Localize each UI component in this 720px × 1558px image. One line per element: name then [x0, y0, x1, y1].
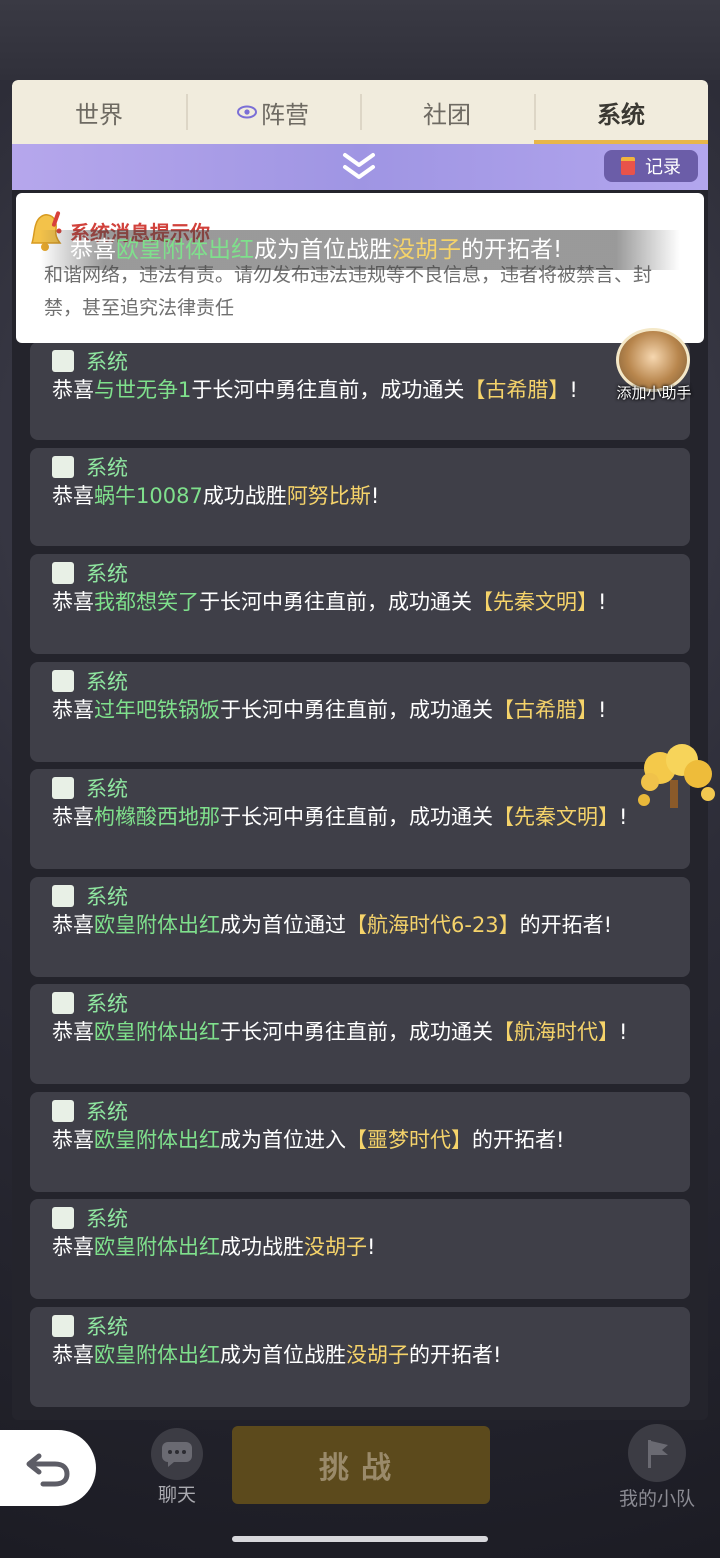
message-text: 恭喜欧皇附体出红于长河中勇往直前，成功通关【航海时代】!: [52, 1020, 628, 1044]
tab-faction[interactable]: 阵营: [186, 80, 360, 144]
tab-label: 系统: [597, 100, 645, 129]
bell-icon: [52, 1315, 74, 1337]
flag-icon: [628, 1424, 686, 1482]
player-name[interactable]: 过年吧铁锅饭: [94, 698, 220, 722]
list-item: 系统 恭喜欧皇附体出红成功战胜没胡子!: [30, 1199, 690, 1299]
record-button[interactable]: 记录: [604, 150, 698, 182]
marquee-target: 没胡子: [392, 237, 461, 263]
challenge-button[interactable]: 挑战: [232, 1426, 490, 1504]
tab-label: 世界: [75, 100, 123, 129]
record-icon: [621, 157, 635, 175]
sub-toolbar: 记录: [12, 144, 708, 190]
list-item: 系统 恭喜欧皇附体出红成为首位通过【航海时代6-23】的开拓者!: [30, 877, 690, 977]
player-name[interactable]: 我都想笑了: [94, 590, 199, 614]
add-helper-button[interactable]: 添加小助手: [612, 328, 696, 408]
bell-icon: [52, 777, 74, 799]
target-name: 没胡子: [304, 1235, 367, 1259]
player-name[interactable]: 枸橼酸西地那: [94, 805, 220, 829]
message-text: 恭喜欧皇附体出红成为首位战胜没胡子的开拓者!: [52, 1343, 502, 1367]
broadcast-marquee: 恭喜欧皇附体出红成为首位战胜没胡子的开拓者!: [40, 230, 680, 270]
message-text: 恭喜枸橼酸西地那于长河中勇往直前，成功通关【先秦文明】!: [52, 805, 628, 829]
message-text: 恭喜欧皇附体出红成功战胜没胡子!: [52, 1235, 376, 1259]
target-name: 【古希腊】: [493, 698, 598, 722]
double-chevron-down-icon[interactable]: [342, 152, 376, 182]
top-scene: [0, 0, 720, 80]
message-text: 恭喜过年吧铁锅饭于长河中勇往直前，成功通关【古希腊】!: [52, 698, 607, 722]
tab-club[interactable]: 社团: [360, 80, 534, 144]
channel-tabs: 世界 阵营 社团 系统: [12, 80, 708, 144]
tab-label: 阵营: [261, 100, 309, 129]
message-text: 恭喜蜗牛10087成功战胜阿努比斯!: [52, 484, 380, 508]
chat-button[interactable]: 聊天: [148, 1428, 206, 1508]
bell-icon: [52, 1100, 74, 1122]
record-label: 记录: [645, 157, 681, 178]
target-name: 【航海时代6-23】: [346, 913, 520, 937]
bell-icon: [52, 350, 74, 372]
target-name: 【噩梦时代】: [346, 1128, 472, 1152]
eye-icon: [237, 105, 257, 119]
bell-icon: [52, 562, 74, 584]
home-indicator[interactable]: [232, 1536, 488, 1542]
list-item: 系统 恭喜欧皇附体出红成为首位进入【噩梦时代】的开拓者!: [30, 1092, 690, 1192]
team-label: 我的小队: [618, 1488, 695, 1510]
helper-label: 添加小助手: [616, 384, 692, 402]
marquee-middle: 成为首位战胜: [254, 237, 392, 263]
player-name[interactable]: 蜗牛10087: [94, 484, 203, 508]
list-item: 系统 恭喜过年吧铁锅饭于长河中勇往直前，成功通关【古希腊】!: [30, 662, 690, 762]
bell-icon: [52, 456, 74, 478]
chat-label: 聊天: [157, 1484, 196, 1506]
target-name: 【先秦文明】: [472, 590, 598, 614]
back-button[interactable]: [0, 1430, 96, 1506]
bell-icon: [52, 1207, 74, 1229]
player-name[interactable]: 欧皇附体出红: [94, 1343, 220, 1367]
message-text: 恭喜欧皇附体出红成为首位进入【噩梦时代】的开拓者!: [52, 1128, 565, 1152]
target-name: 【古希腊】: [464, 378, 570, 402]
target-name: 阿努比斯: [286, 484, 371, 508]
marquee-player: 欧皇附体出红: [116, 237, 254, 263]
target-name: 【航海时代】: [493, 1020, 619, 1044]
chat-icon: [151, 1428, 203, 1480]
marquee-prefix: 恭喜: [70, 237, 116, 263]
player-name[interactable]: 欧皇附体出红: [94, 1020, 220, 1044]
bell-icon: [52, 670, 74, 692]
target-name: 【先秦文明】: [493, 805, 619, 829]
player-name[interactable]: 欧皇附体出红: [94, 1128, 220, 1152]
list-item: 系统 恭喜欧皇附体出红于长河中勇往直前，成功通关【航海时代】!: [30, 984, 690, 1084]
list-item: 系统 恭喜欧皇附体出红成为首位战胜没胡子的开拓者!: [30, 1307, 690, 1407]
list-item: 系统 恭喜蜗牛10087成功战胜阿努比斯!: [30, 448, 690, 546]
message-text: 恭喜欧皇附体出红成为首位通过【航海时代6-23】的开拓者!: [52, 913, 613, 937]
list-item: 系统 恭喜枸橼酸西地那于长河中勇往直前，成功通关【先秦文明】!: [30, 769, 690, 869]
bell-icon: [52, 885, 74, 907]
list-item: 系统 恭喜与世无争1于长河中勇往直前，成功通关【古希腊】!: [30, 342, 690, 440]
money-tree-icon[interactable]: [630, 742, 720, 812]
challenge-label: 挑战: [319, 1451, 403, 1486]
bell-icon: [52, 992, 74, 1014]
message-text: 恭喜与世无争1于长河中勇往直前，成功通关【古希腊】!: [52, 378, 578, 402]
player-name[interactable]: 欧皇附体出红: [94, 913, 220, 937]
message-text: 恭喜我都想笑了于长河中勇往直前，成功通关【先秦文明】!: [52, 590, 607, 614]
target-name: 没胡子: [346, 1343, 409, 1367]
marquee-suffix: 的开拓者!: [461, 237, 563, 263]
tab-system[interactable]: 系统: [534, 80, 708, 144]
back-arrow-icon: [26, 1453, 70, 1487]
my-team-button[interactable]: 我的小队: [612, 1424, 702, 1510]
list-item: 系统 恭喜我都想笑了于长河中勇往直前，成功通关【先秦文明】!: [30, 554, 690, 654]
tab-world[interactable]: 世界: [12, 80, 186, 144]
player-name[interactable]: 与世无争1: [94, 378, 191, 402]
tab-label: 社团: [423, 100, 471, 129]
player-name[interactable]: 欧皇附体出红: [94, 1235, 220, 1259]
